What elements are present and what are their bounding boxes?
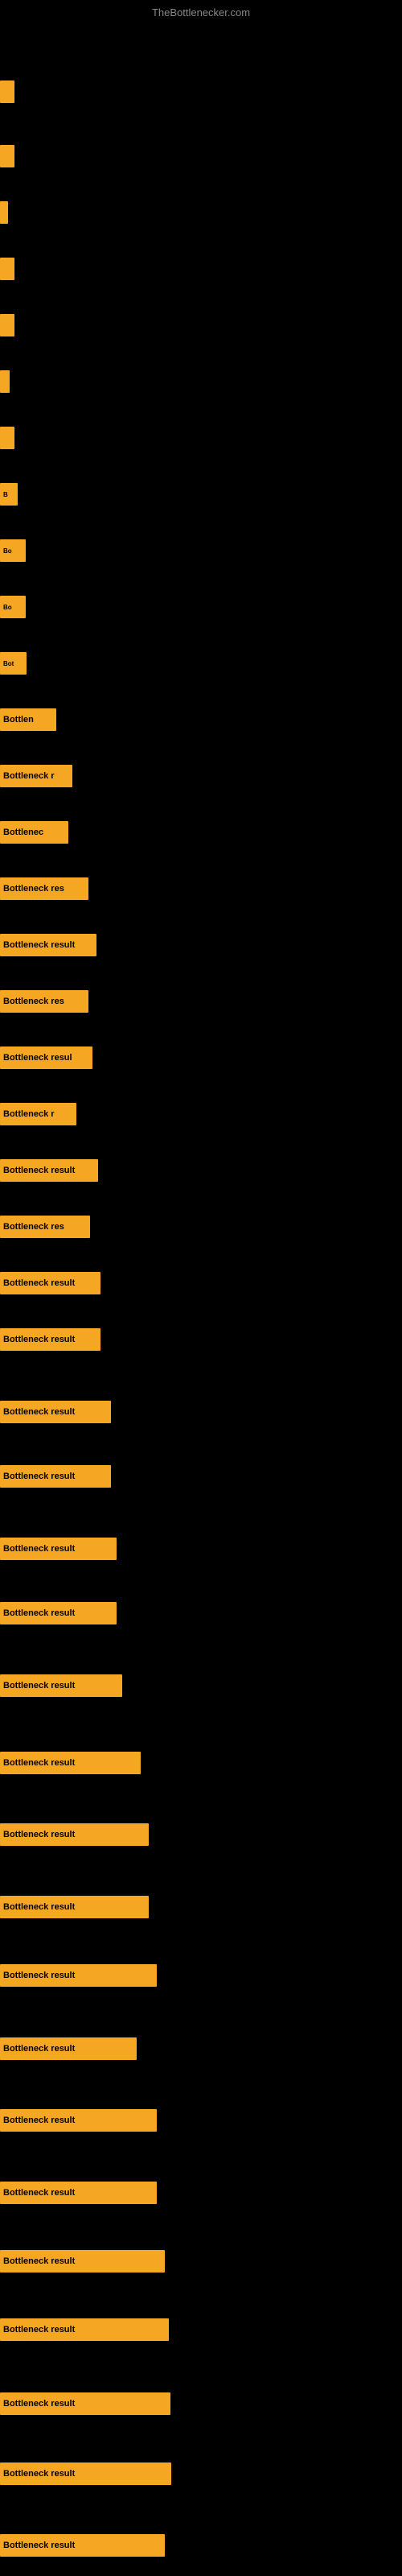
bar-label-33: Bottleneck result bbox=[0, 2109, 157, 2132]
bar-item-21: Bottleneck result bbox=[0, 1272, 100, 1294]
bar-item-3 bbox=[0, 258, 14, 280]
bar-label-4 bbox=[0, 314, 14, 336]
bar-label-5 bbox=[0, 370, 10, 393]
bar-label-34: Bottleneck result bbox=[0, 2182, 157, 2204]
bar-item-15: Bottleneck result bbox=[0, 934, 96, 956]
bar-item-19: Bottleneck result bbox=[0, 1159, 98, 1182]
bar-label-30: Bottleneck result bbox=[0, 1896, 149, 1918]
bar-label-36: Bottleneck result bbox=[0, 2318, 169, 2341]
bar-item-4 bbox=[0, 314, 14, 336]
bar-label-24: Bottleneck result bbox=[0, 1465, 111, 1488]
bar-label-20: Bottleneck res bbox=[0, 1216, 90, 1238]
bar-label-14: Bottleneck res bbox=[0, 877, 88, 900]
bar-label-13: Bottlenec bbox=[0, 821, 68, 844]
bar-item-13: Bottlenec bbox=[0, 821, 68, 844]
bar-label-35: Bottleneck result bbox=[0, 2250, 165, 2273]
bar-label-18: Bottleneck r bbox=[0, 1103, 76, 1125]
bar-item-22: Bottleneck result bbox=[0, 1328, 100, 1351]
bar-item-14: Bottleneck res bbox=[0, 877, 88, 900]
bar-label-10: Bot bbox=[0, 652, 27, 675]
site-title: TheBottlenecker.com bbox=[0, 0, 402, 22]
bar-item-33: Bottleneck result bbox=[0, 2109, 157, 2132]
bar-item-36: Bottleneck result bbox=[0, 2318, 169, 2341]
bar-item-23: Bottleneck result bbox=[0, 1401, 111, 1423]
bar-label-28: Bottleneck result bbox=[0, 1752, 141, 1774]
bar-label-25: Bottleneck result bbox=[0, 1538, 117, 1560]
bar-label-17: Bottleneck resul bbox=[0, 1046, 92, 1069]
bar-item-11: Bottlen bbox=[0, 708, 56, 731]
bar-item-27: Bottleneck result bbox=[0, 1674, 122, 1697]
bar-item-39: Bottleneck result bbox=[0, 2534, 165, 2557]
bar-label-27: Bottleneck result bbox=[0, 1674, 122, 1697]
bar-label-0 bbox=[0, 80, 14, 103]
bar-label-26: Bottleneck result bbox=[0, 1602, 117, 1624]
bar-label-22: Bottleneck result bbox=[0, 1328, 100, 1351]
bar-item-31: Bottleneck result bbox=[0, 1964, 157, 1987]
bar-item-35: Bottleneck result bbox=[0, 2250, 165, 2273]
bar-item-1 bbox=[0, 145, 14, 167]
bar-item-9: Bo bbox=[0, 596, 26, 618]
bar-label-11: Bottlen bbox=[0, 708, 56, 731]
bar-label-6 bbox=[0, 427, 14, 449]
bar-item-16: Bottleneck res bbox=[0, 990, 88, 1013]
bar-label-21: Bottleneck result bbox=[0, 1272, 100, 1294]
bar-label-31: Bottleneck result bbox=[0, 1964, 157, 1987]
bar-item-2 bbox=[0, 201, 8, 224]
bar-item-28: Bottleneck result bbox=[0, 1752, 141, 1774]
bar-item-0 bbox=[0, 80, 14, 103]
bar-item-7: B bbox=[0, 483, 18, 506]
bar-label-23: Bottleneck result bbox=[0, 1401, 111, 1423]
bar-label-2 bbox=[0, 201, 8, 224]
bar-label-32: Bottleneck result bbox=[0, 2037, 137, 2060]
bar-item-34: Bottleneck result bbox=[0, 2182, 157, 2204]
bar-label-7: B bbox=[0, 483, 18, 506]
bar-label-16: Bottleneck res bbox=[0, 990, 88, 1013]
bar-item-5 bbox=[0, 370, 10, 393]
bar-label-12: Bottleneck r bbox=[0, 765, 72, 787]
bar-label-1 bbox=[0, 145, 14, 167]
bar-item-32: Bottleneck result bbox=[0, 2037, 137, 2060]
bar-label-19: Bottleneck result bbox=[0, 1159, 98, 1182]
bar-item-26: Bottleneck result bbox=[0, 1602, 117, 1624]
bar-label-29: Bottleneck result bbox=[0, 1823, 149, 1846]
bar-label-3 bbox=[0, 258, 14, 280]
bar-item-37: Bottleneck result bbox=[0, 2392, 170, 2415]
bar-item-30: Bottleneck result bbox=[0, 1896, 149, 1918]
bar-label-37: Bottleneck result bbox=[0, 2392, 170, 2415]
bar-item-24: Bottleneck result bbox=[0, 1465, 111, 1488]
bar-label-9: Bo bbox=[0, 596, 26, 618]
bar-item-20: Bottleneck res bbox=[0, 1216, 90, 1238]
bar-item-18: Bottleneck r bbox=[0, 1103, 76, 1125]
bar-item-29: Bottleneck result bbox=[0, 1823, 149, 1846]
bar-item-8: Bo bbox=[0, 539, 26, 562]
bar-item-12: Bottleneck r bbox=[0, 765, 72, 787]
bar-item-6 bbox=[0, 427, 14, 449]
bar-item-38: Bottleneck result bbox=[0, 2462, 171, 2485]
bar-item-25: Bottleneck result bbox=[0, 1538, 117, 1560]
bar-label-8: Bo bbox=[0, 539, 26, 562]
bar-label-38: Bottleneck result bbox=[0, 2462, 171, 2485]
bar-item-17: Bottleneck resul bbox=[0, 1046, 92, 1069]
bar-item-10: Bot bbox=[0, 652, 27, 675]
bar-label-39: Bottleneck result bbox=[0, 2534, 165, 2557]
bar-label-15: Bottleneck result bbox=[0, 934, 96, 956]
